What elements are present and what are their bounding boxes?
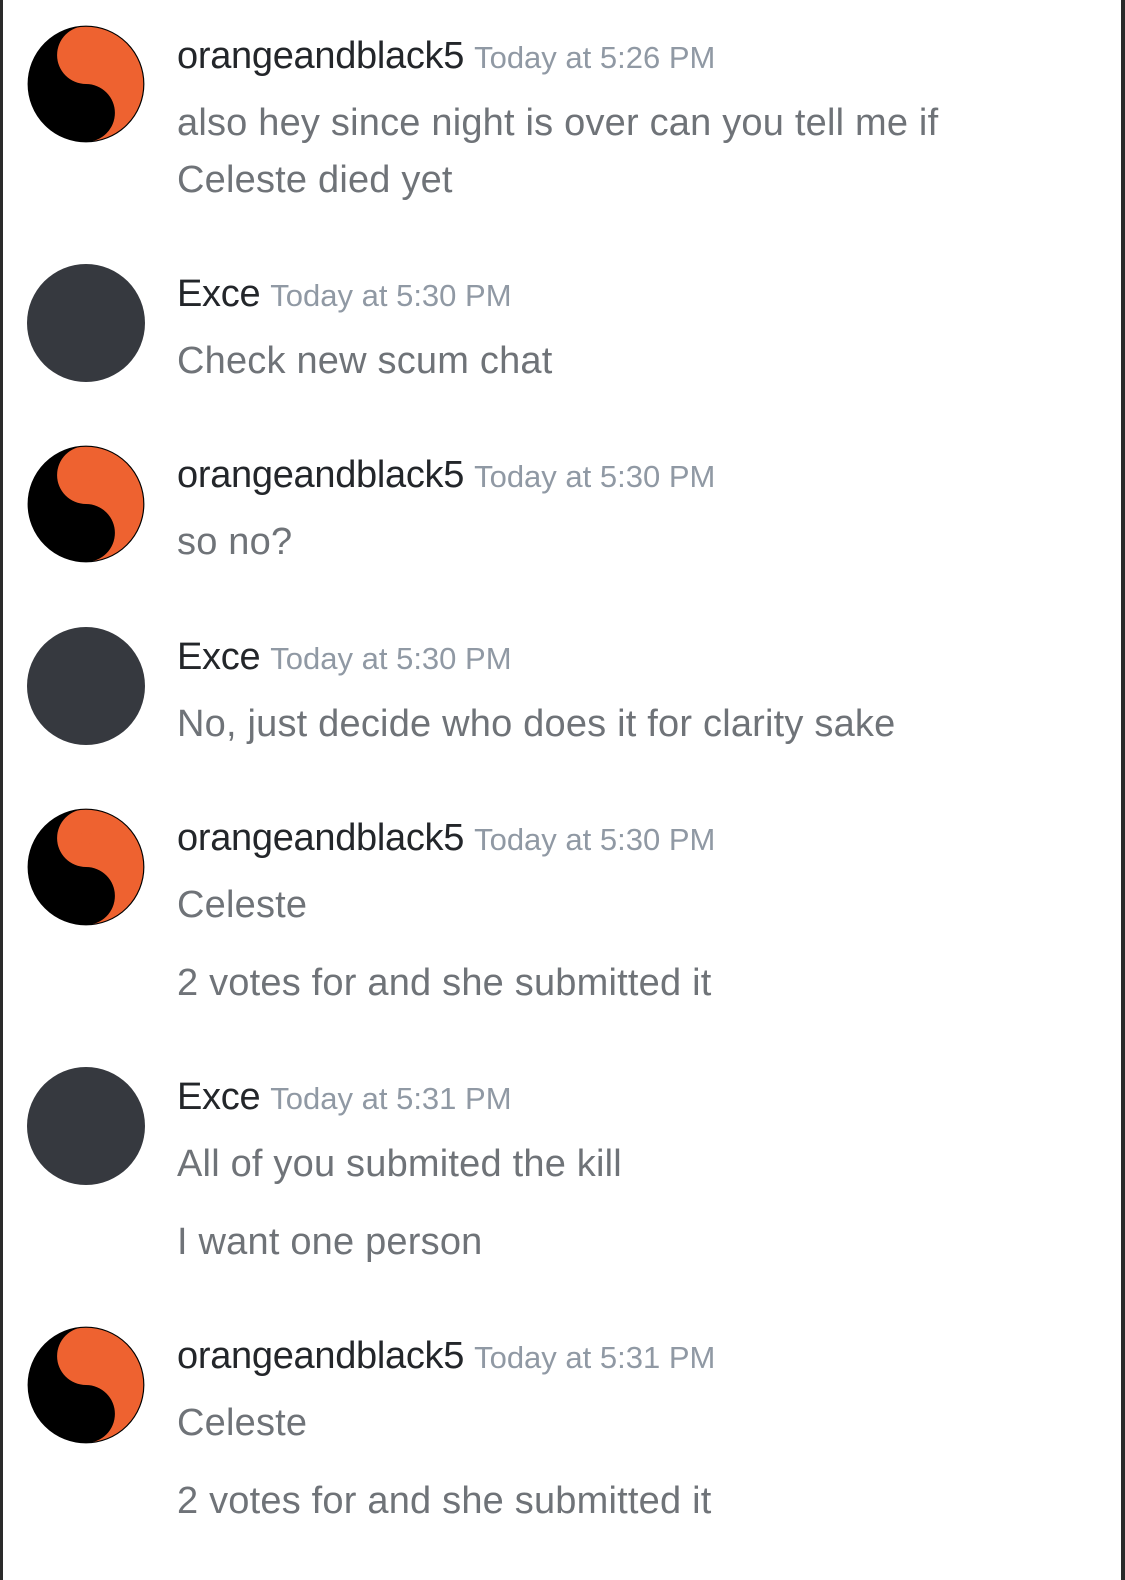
username[interactable]: orangeandblack5 (177, 1335, 464, 1377)
message-text: Celeste (177, 1402, 308, 1444)
avatar[interactable] (27, 1067, 145, 1185)
timestamp: Today at 5:31 PM (270, 1081, 512, 1116)
yin-yang-icon (27, 25, 145, 143)
message-header: Exce Today at 5:31 PM (177, 1076, 512, 1119)
message-text: 2 votes for and she submitted it (177, 962, 712, 1004)
message-text: Celeste died yet (177, 159, 453, 201)
username[interactable]: Exce (177, 636, 261, 678)
message-text: 2 votes for and she submitted it (177, 1480, 712, 1522)
username[interactable]: orangeandblack5 (177, 454, 464, 496)
message-text: also hey since night is over can you tel… (177, 102, 939, 144)
username[interactable]: orangeandblack5 (177, 35, 464, 77)
message-header: Exce Today at 5:30 PM (177, 636, 512, 679)
timestamp: Today at 5:26 PM (474, 40, 716, 75)
message-text: Celeste (177, 884, 308, 926)
username[interactable]: Exce (177, 273, 261, 315)
avatar[interactable] (27, 445, 145, 563)
avatar[interactable] (27, 1326, 145, 1444)
yin-yang-icon (27, 1326, 145, 1444)
timestamp: Today at 5:30 PM (474, 459, 716, 494)
message-text: so no? (177, 521, 293, 563)
message-text: All of you submited the kill (177, 1143, 622, 1185)
timestamp: Today at 5:30 PM (270, 641, 512, 676)
window-right-border (1121, 0, 1125, 1580)
window-left-border (0, 0, 3, 1580)
message-text: I want one person (177, 1221, 483, 1263)
message-header: orangeandblack5 Today at 5:26 PM (177, 35, 715, 78)
avatar[interactable] (27, 627, 145, 745)
username[interactable]: orangeandblack5 (177, 817, 464, 859)
message-header: orangeandblack5 Today at 5:30 PM (177, 454, 715, 497)
message-header: Exce Today at 5:30 PM (177, 273, 512, 316)
message-header: orangeandblack5 Today at 5:30 PM (177, 817, 715, 860)
avatar[interactable] (27, 25, 145, 143)
yin-yang-icon (27, 808, 145, 926)
message-text: Check new scum chat (177, 340, 553, 382)
username[interactable]: Exce (177, 1076, 261, 1118)
avatar[interactable] (27, 264, 145, 382)
timestamp: Today at 5:30 PM (270, 278, 512, 313)
avatar[interactable] (27, 808, 145, 926)
timestamp: Today at 5:30 PM (474, 822, 716, 857)
yin-yang-icon (27, 445, 145, 563)
timestamp: Today at 5:31 PM (474, 1340, 716, 1375)
message-header: orangeandblack5 Today at 5:31 PM (177, 1335, 715, 1378)
message-text: No, just decide who does it for clarity … (177, 703, 896, 745)
